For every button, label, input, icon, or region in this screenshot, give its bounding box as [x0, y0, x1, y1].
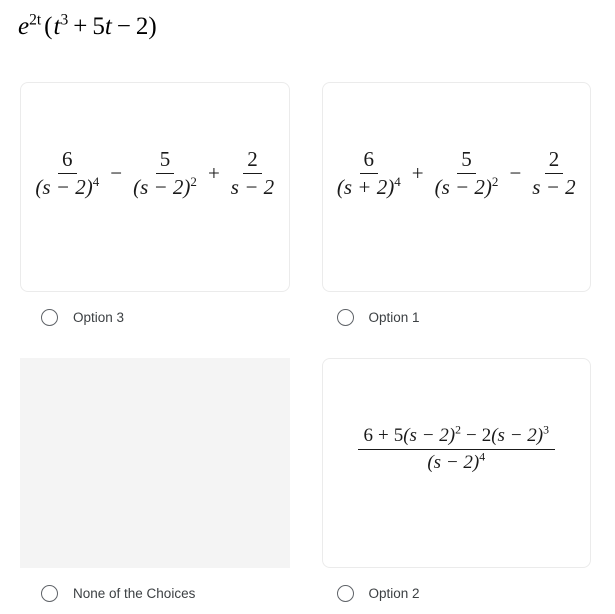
option-label-option-2: Option 2 [368, 585, 420, 601]
math-expression-option-2: 6 +5(s − 2)2−2(s − 2)3 (s − 2)4 [356, 423, 557, 476]
fraction-denominator: s − 2 [227, 174, 278, 201]
denominator-base: s − 2 [532, 174, 576, 199]
radio-button-option-3[interactable] [41, 308, 58, 326]
fraction-numerator: 6 [58, 146, 77, 174]
math-expression-option-3: 6 (s − 2)4 − 5 (s − 2)2 + 2 s − 2 [29, 146, 280, 201]
numerator-term-3-coefficient: 2 [481, 424, 492, 446]
denominator-exponent: 2 [190, 173, 197, 189]
option-row-none-of-the-choices[interactable]: None of the Choices [20, 568, 290, 612]
option-row-option-1[interactable]: Option 1 [322, 292, 592, 336]
denominator-exponent: 2 [491, 173, 499, 189]
prompt-term2-var: t [104, 13, 112, 40]
formula-option-1: 6 (s + 2)4 + 5 (s − 2)2 − 2 s − 2 [331, 146, 582, 201]
option-label-option-1: Option 1 [368, 309, 420, 325]
prompt-term1-exponent: 3 [60, 11, 69, 29]
prompt-close-paren: ) [148, 13, 157, 40]
fraction-numerator: 5 [457, 146, 476, 174]
fraction-numerator: 6 +5(s − 2)2−2(s − 2)3 [357, 423, 555, 450]
option-row-option-3[interactable]: Option 3 [20, 292, 290, 336]
prompt-constant: 2 [135, 13, 149, 40]
numerator-term-1: 6 [363, 424, 374, 446]
choice-card-none-of-the-choices[interactable] [20, 358, 290, 568]
question-prompt: e2t (t3 +5t −2) [18, 11, 157, 40]
numerator-term-3-exponent: 3 [543, 423, 549, 437]
fraction-term-1: 6 (s − 2)4 [31, 146, 103, 201]
fraction-numerator: 2 [544, 146, 564, 174]
radio-button-option-1[interactable] [336, 308, 354, 326]
choice-card-option-2[interactable]: 6 +5(s − 2)2−2(s − 2)3 (s − 2)4 [321, 358, 591, 568]
choice-row-2: None of the Choices 6 +5(s − 2)2−2(s − 2)… [0, 358, 615, 612]
radio-button-none-of-the-choices[interactable] [41, 584, 58, 602]
choice-row-1: 6 (s − 2)4 − 5 (s − 2)2 + 2 s − 2 Option… [0, 82, 615, 336]
fraction-term-3: 2 s − 2 [528, 146, 579, 201]
operator-2: + [207, 160, 220, 185]
fraction-term-2: 5 (s − 2)2 [431, 146, 503, 201]
choice-cell-option-1: 6 (s + 2)4 + 5 (s − 2)2 − 2 s − 2 Option… [308, 82, 615, 336]
operator-2: − [509, 160, 522, 185]
choice-cell-none-of-the-choices: None of the Choices [0, 358, 308, 612]
numerator-term-2-exponent: 2 [455, 423, 461, 437]
choice-cell-option-2: 6 +5(s − 2)2−2(s − 2)3 (s − 2)4 Option 2 [308, 358, 615, 612]
option-label-none-of-the-choices: None of the Choices [73, 585, 196, 601]
option-label-option-3: Option 3 [73, 309, 125, 325]
numerator-operator-2: − [466, 424, 477, 446]
fraction-denominator: s − 2 [528, 174, 579, 201]
fraction-term-3: 2 s − 2 [227, 146, 278, 201]
denominator-base: (s − 2) [133, 174, 191, 199]
fraction-numerator: 5 [155, 146, 175, 174]
radio-button-option-2[interactable] [336, 584, 354, 602]
prompt-exponent: 2t [29, 11, 42, 29]
denominator-base: (s − 2) [35, 174, 93, 199]
fraction-numerator: 6 [359, 146, 379, 174]
formula-option-2: 6 +5(s − 2)2−2(s − 2)3 (s − 2)4 [356, 423, 557, 476]
math-expression-option-1: 6 (s + 2)4 + 5 (s − 2)2 − 2 s − 2 [331, 146, 582, 201]
prompt-operator-1: + [73, 13, 88, 40]
denominator-base: s − 2 [230, 174, 275, 199]
numerator-term-3-base: (s − 2) [491, 424, 544, 446]
denominator-base: (s + 2) [336, 174, 395, 199]
fraction-denominator: (s − 2)4 [421, 450, 491, 476]
operator-1: − [110, 160, 123, 185]
prompt-coefficient-2: 5 [92, 13, 105, 40]
denominator-exponent: 4 [92, 173, 100, 189]
fraction-denominator: (s − 2)2 [129, 174, 201, 201]
numerator-operator-1: + [378, 424, 389, 446]
fraction-denominator: (s − 2)2 [431, 174, 503, 201]
fraction-term-1: 6 (s + 2)4 [333, 146, 405, 201]
operator-1: + [411, 160, 424, 185]
prompt-open-paren: ( [44, 13, 53, 40]
choice-cell-option-3: 6 (s − 2)4 − 5 (s − 2)2 + 2 s − 2 Option… [0, 82, 308, 336]
option-row-option-2[interactable]: Option 2 [322, 568, 592, 612]
formula-option-3: 6 (s − 2)4 − 5 (s − 2)2 + 2 s − 2 [29, 146, 280, 201]
prompt-base: e [18, 13, 30, 40]
fraction-term-2: 5 (s − 2)2 [129, 146, 201, 201]
numerator-term-2-coefficient: 5 [393, 424, 404, 446]
choice-card-option-1[interactable]: 6 (s + 2)4 + 5 (s − 2)2 − 2 s − 2 [321, 82, 591, 292]
denominator-exponent: 4 [394, 173, 401, 189]
choice-card-option-3[interactable]: 6 (s − 2)4 − 5 (s − 2)2 + 2 s − 2 [20, 82, 290, 292]
fraction-denominator: (s − 2)4 [31, 174, 103, 201]
prompt-operator-2: − [116, 13, 131, 40]
numerator-term-2-base: (s − 2) [403, 424, 456, 446]
denominator-exponent: 4 [479, 450, 486, 464]
single-fraction: 6 +5(s − 2)2−2(s − 2)3 (s − 2)4 [357, 423, 555, 476]
denominator-base: (s − 2) [427, 451, 480, 473]
fraction-denominator: (s + 2)4 [333, 174, 405, 201]
fraction-numerator: 2 [243, 146, 262, 174]
denominator-base: (s − 2) [434, 174, 492, 199]
answer-choice-grid: 6 (s − 2)4 − 5 (s − 2)2 + 2 s − 2 Option… [0, 82, 615, 612]
